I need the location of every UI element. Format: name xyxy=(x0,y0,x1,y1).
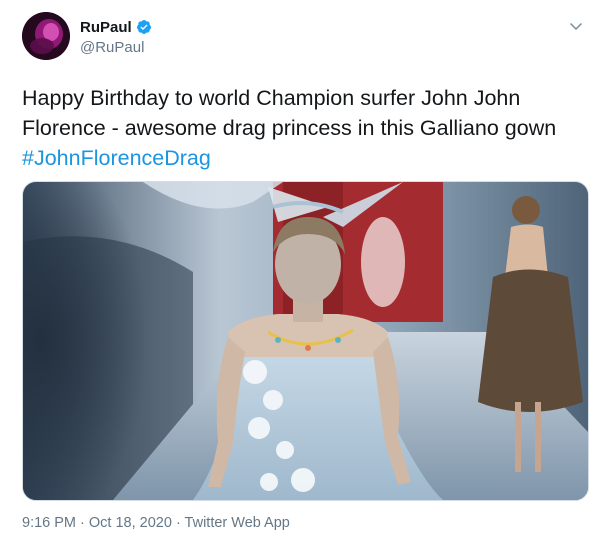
tweet-card: RuPaul @RuPaul Happy Birthday to world C… xyxy=(0,0,601,547)
tweet-text: Happy Birthday to world Champion surfer … xyxy=(22,83,582,173)
avatar[interactable] xyxy=(22,12,70,60)
meta-separator: · xyxy=(171,515,185,531)
tweet-date[interactable]: Oct 18, 2020 xyxy=(89,515,172,531)
user-names: RuPaul @RuPaul xyxy=(80,17,152,56)
verified-badge-icon xyxy=(136,19,152,35)
tweet-source[interactable]: Twitter Web App xyxy=(185,515,290,531)
hashtag-link[interactable]: #JohnFlorenceDrag xyxy=(22,143,582,173)
tweet-text-line: Florence - awesome drag princess in this… xyxy=(22,116,557,140)
tweet-photo[interactable] xyxy=(22,181,589,501)
tweet-meta: 9:16 PM · Oct 18, 2020 · Twitter Web App xyxy=(22,515,290,531)
chevron-down-icon[interactable] xyxy=(568,18,584,34)
display-name-row: RuPaul xyxy=(80,17,152,37)
runway-photo xyxy=(23,182,588,500)
tweet-text-line: Happy Birthday to world Champion surfer … xyxy=(22,86,521,110)
display-name[interactable]: RuPaul xyxy=(80,19,132,36)
tweet-time[interactable]: 9:16 PM xyxy=(22,515,76,531)
user-handle[interactable]: @RuPaul xyxy=(80,39,152,56)
avatar-image xyxy=(22,12,70,60)
tweet-header: RuPaul @RuPaul xyxy=(22,12,592,62)
meta-separator: · xyxy=(76,515,89,531)
